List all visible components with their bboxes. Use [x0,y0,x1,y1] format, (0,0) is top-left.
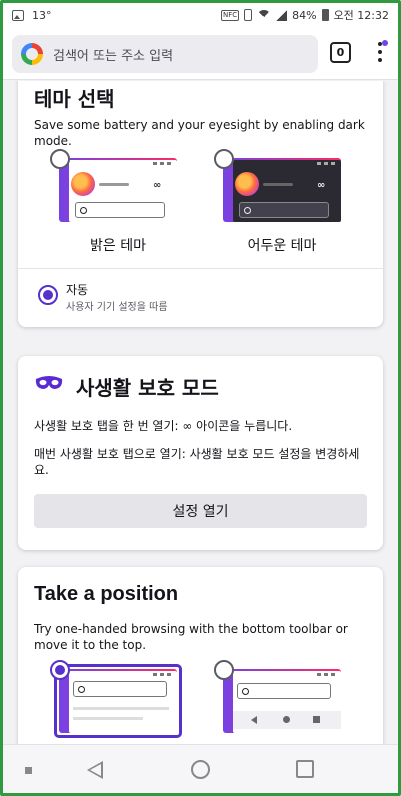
dark-theme-option[interactable]: ∞ [218,153,346,227]
mini-search-bar [239,202,329,218]
mini-home-icon [283,716,290,723]
firefox-logo-icon [71,172,95,196]
signal-icon [276,9,288,21]
private-card-title: 사생활 보호 모드 [76,376,219,400]
divider [18,268,383,269]
bottom-toolbar-option[interactable] [218,664,346,738]
dark-theme-radio[interactable] [214,149,234,169]
mini-back-icon [251,716,257,724]
battery-percent: 84% [292,8,317,22]
auto-theme-option[interactable]: 자동 사용자 기기 설정을 따름 [34,279,364,315]
position-card-title: Take a position [34,583,179,605]
menu-button[interactable] [374,40,388,66]
dark-theme-label: 어두운 테마 [247,238,317,254]
mini-search-bar [237,683,331,699]
temperature: 13° [32,8,52,22]
light-theme-label: 밝은 테마 [90,238,146,254]
mini-search-bar [75,202,165,218]
browser-toolbar: 검색어 또는 주소 입력 0 [0,30,401,80]
auto-theme-label: 자동 [66,283,89,297]
search-icon [78,685,85,693]
url-bar[interactable]: 검색어 또는 주소 입력 [12,35,318,73]
google-search-engine-icon [21,43,43,65]
firefox-logo-icon [235,172,259,196]
private-card-line1: 사생활 보호 탭을 한 번 열기: ∞ 아이콘을 누릅니다. [34,419,293,433]
toolbar-position-card: Take a position Try one-handed browsing … [18,567,383,744]
clock: 오전 12:32 [333,9,389,22]
url-placeholder: 검색어 또는 주소 입력 [53,48,174,64]
private-mask-icon: ∞ [317,180,326,191]
light-theme-option[interactable]: ∞ [54,153,182,227]
auto-theme-radio[interactable] [38,285,58,305]
theme-card-title: 테마 선택 [34,87,115,111]
gallery-notification-icon [12,9,24,21]
top-toolbar-option[interactable] [54,664,182,738]
theme-picker-card: 테마 선택 Save some battery and your eyesigh… [18,81,383,327]
vibrate-icon [244,9,253,21]
bottom-toolbar-radio[interactable] [214,660,234,680]
search-icon [242,687,249,695]
recent-apps-dot-icon[interactable] [25,767,32,774]
menu-dot-icon [378,58,382,62]
onboarding-content[interactable]: 테마 선택 Save some battery and your eyesigh… [0,81,401,744]
battery-icon [321,9,329,21]
light-theme-radio[interactable] [50,149,70,169]
mini-square-icon [313,716,320,723]
open-settings-button[interactable]: 설정 열기 [34,494,367,528]
position-card-description: Try one-handed browsing with the bottom … [34,622,348,652]
status-bar: 13° NFC 84% 오전 12:32 [0,0,401,30]
search-icon [80,206,87,214]
auto-theme-sublabel: 사용자 기기 설정을 따름 [66,302,168,313]
mini-search-bar [73,681,167,697]
update-badge-icon [382,40,388,46]
private-mask-icon: ∞ [153,180,162,191]
tab-counter-button[interactable]: 0 [330,42,351,63]
menu-dot-icon [378,50,382,54]
private-mask-icon [34,374,64,392]
private-browsing-card: 사생활 보호 모드 사생활 보호 탭을 한 번 열기: ∞ 아이콘을 누릅니다.… [18,356,383,550]
overview-icon[interactable] [296,760,314,778]
search-icon [244,206,251,214]
wifi-icon [257,10,272,20]
back-icon[interactable] [87,761,103,779]
private-card-line2: 매번 사생활 보호 탭으로 열기: 사생활 보호 모드 설정을 변경하세요. [34,447,360,477]
top-toolbar-radio[interactable] [50,660,70,680]
theme-card-description: Save some battery and your eyesight by e… [34,118,365,148]
home-icon[interactable] [191,760,210,779]
nfc-icon: NFC [220,9,240,21]
system-navigation-bar [0,744,401,796]
